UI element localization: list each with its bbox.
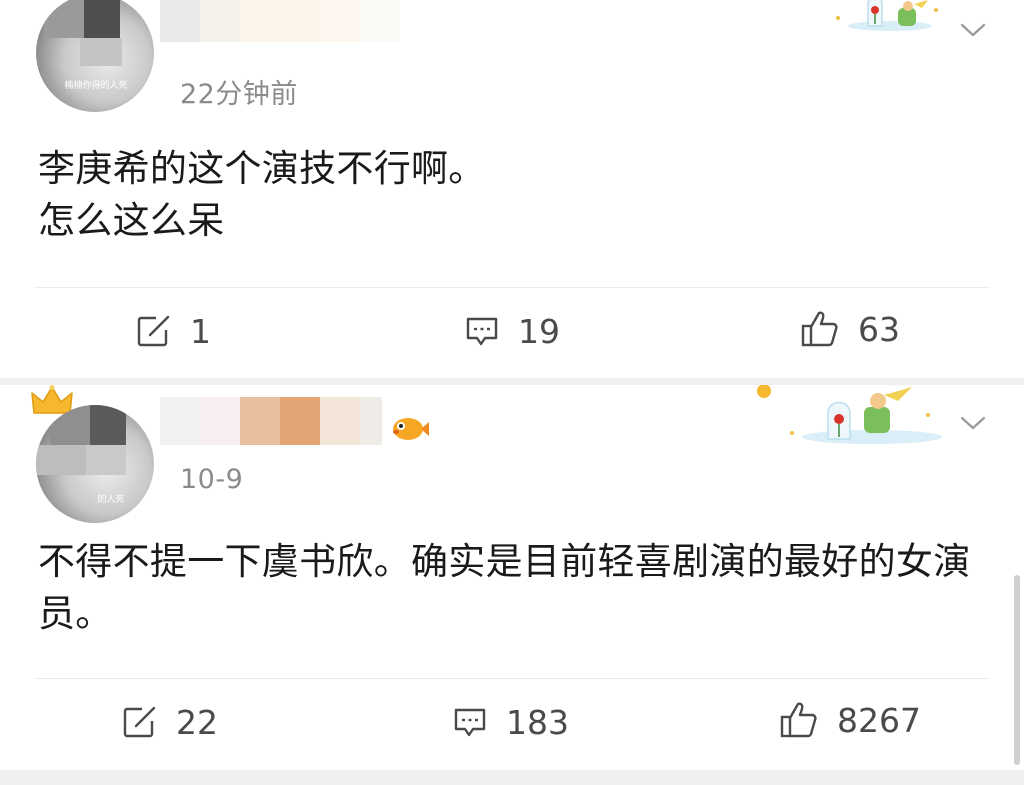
- little-prince-sticker: [757, 385, 942, 444]
- comment-text: 不得不提一下虞书欣。确实是目前轻喜剧演的最好的女演员。: [38, 540, 971, 635]
- repost-count: 1: [190, 311, 211, 351]
- username-mosaic[interactable]: [160, 0, 400, 42]
- thumbs-up-icon: [801, 311, 838, 347]
- little-prince-sticker: [836, 0, 938, 31]
- avatar-caption: 的人死: [97, 495, 125, 505]
- card-separator: [0, 378, 1024, 385]
- repost-count: 22: [176, 702, 218, 742]
- scrollbar[interactable]: [1014, 575, 1020, 765]
- like-button[interactable]: 8267: [779, 697, 921, 743]
- card-separator: [0, 770, 1024, 785]
- divider: [34, 678, 990, 679]
- edit-square-icon: [123, 706, 156, 738]
- divider: [34, 287, 990, 288]
- comment-count: 183: [506, 702, 569, 742]
- post-timestamp: 10-9: [180, 464, 244, 495]
- like-count: 8267: [837, 700, 921, 740]
- comment-bubble-icon: [454, 708, 486, 737]
- comment-button[interactable]: 19: [464, 308, 560, 354]
- pufferfish-icon: [393, 418, 429, 440]
- comment-card: 的人死 10-9 不得不提一下虞书欣。确实是目前轻喜剧演的最好的女演员。 22 …: [0, 385, 1024, 770]
- like-count: 63: [858, 309, 900, 349]
- chevron-down-icon[interactable]: [960, 22, 986, 38]
- comment-card: 楠楠你得的人死 22分钟前 李庚希的这个演技不行啊。 怎么这么呆 1 19 63: [0, 0, 1024, 378]
- avatar[interactable]: 楠楠你得的人死: [36, 0, 154, 112]
- thumbs-up-icon: [780, 702, 817, 738]
- comment-text: 李庚希的这个演技不行啊。 怎么这么呆: [38, 147, 486, 242]
- comment-button[interactable]: 183: [452, 699, 569, 745]
- repost-button[interactable]: 1: [136, 308, 211, 354]
- repost-button[interactable]: 22: [122, 699, 218, 745]
- username-mosaic[interactable]: [160, 397, 382, 445]
- edit-square-icon: [137, 315, 170, 347]
- avatar[interactable]: 的人死: [36, 405, 154, 523]
- post-timestamp: 22分钟前: [180, 79, 298, 110]
- avatar-caption: 楠楠你得的人死: [64, 81, 128, 91]
- like-button[interactable]: 63: [800, 306, 900, 352]
- comment-bubble-icon: [466, 317, 498, 346]
- comment-count: 19: [518, 311, 560, 351]
- chevron-down-icon[interactable]: [960, 415, 986, 431]
